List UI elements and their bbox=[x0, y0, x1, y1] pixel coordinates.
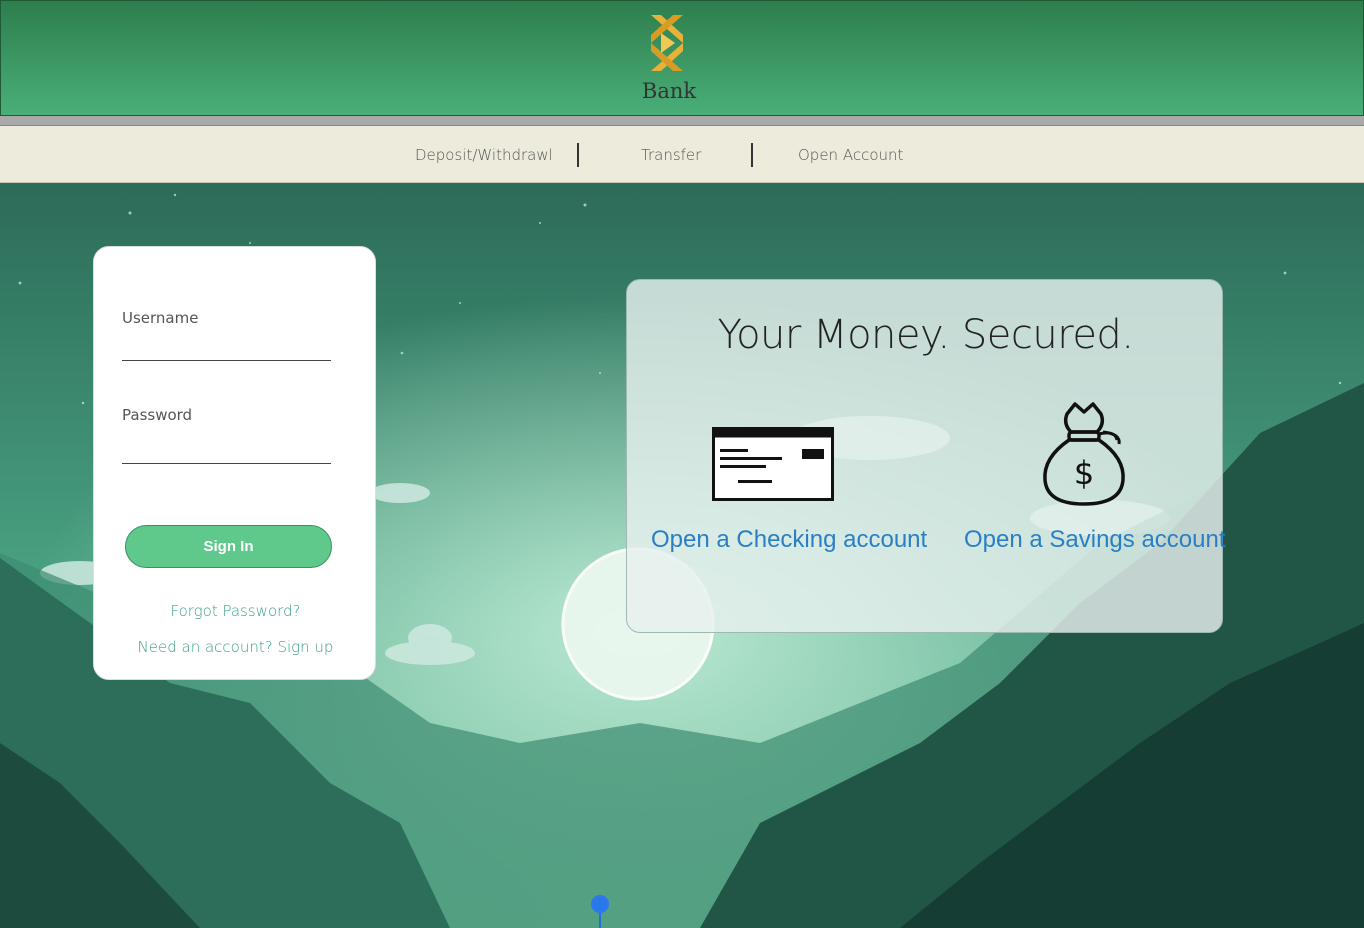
promo-card: Your Money. Secured. Open a Checking acc… bbox=[626, 279, 1226, 633]
password-input[interactable] bbox=[122, 438, 331, 464]
nav-open-account[interactable]: Open Account bbox=[798, 146, 903, 164]
svg-text:$: $ bbox=[1074, 454, 1094, 492]
open-checking-link[interactable]: Open a Checking account bbox=[651, 526, 927, 554]
brand-name: Bank bbox=[641, 79, 697, 103]
bank-logo-icon bbox=[651, 15, 683, 71]
site-header: Bank bbox=[0, 0, 1364, 116]
header-divider bbox=[0, 116, 1364, 126]
nav-transfer[interactable]: Transfer bbox=[641, 146, 701, 164]
bank-logo[interactable]: Bank bbox=[639, 13, 699, 107]
username-label: Username bbox=[122, 309, 199, 327]
login-card: Username Password Sign In Forgot Passwor… bbox=[93, 246, 376, 680]
forgot-password-link[interactable]: Forgot Password? bbox=[94, 602, 377, 620]
check-icon[interactable] bbox=[712, 427, 834, 501]
password-label: Password bbox=[122, 406, 193, 424]
nav-separator bbox=[577, 143, 579, 167]
money-bag-icon[interactable]: $ bbox=[1039, 400, 1129, 510]
nav-separator bbox=[751, 143, 753, 167]
pin-icon bbox=[591, 895, 609, 928]
sign-up-link[interactable]: Need an account? Sign up bbox=[94, 638, 377, 656]
open-savings-link[interactable]: Open a Savings account bbox=[964, 526, 1226, 554]
username-input[interactable] bbox=[122, 335, 331, 361]
promo-title: Your Money. Secured. bbox=[717, 312, 1134, 358]
main-nav: Deposit/Withdrawl Transfer Open Account bbox=[0, 126, 1364, 183]
nav-deposit-withdrawl[interactable]: Deposit/Withdrawl bbox=[415, 146, 553, 164]
sign-in-button[interactable]: Sign In bbox=[125, 525, 332, 568]
